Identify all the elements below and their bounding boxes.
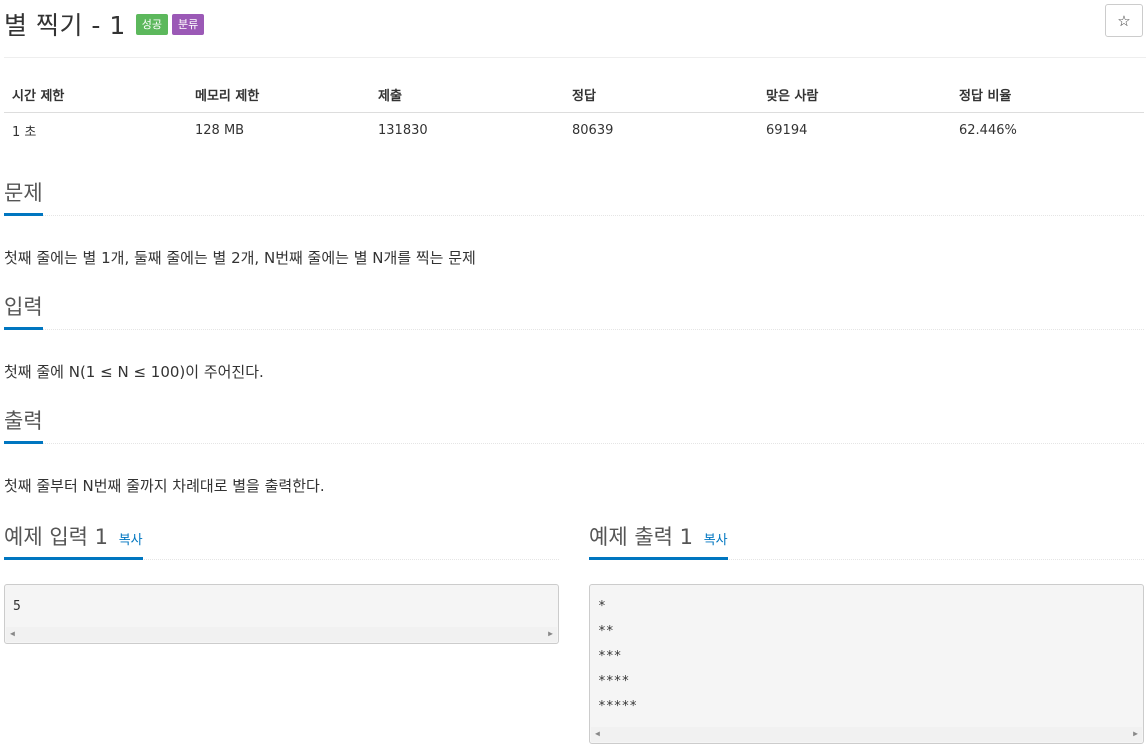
sample-output-line: * (598, 599, 606, 614)
sample-input-code: 5 (5, 585, 558, 622)
value-accept-ratio: 62.446% (959, 122, 1017, 138)
problem-description: 첫째 줄에는 별 1개, 둘째 줄에는 별 2개, N번째 줄에는 별 N개를 … (4, 249, 476, 267)
scroll-left-icon[interactable]: ◀ (10, 629, 15, 638)
status-badge-success: 성공 (135, 13, 169, 35)
scroll-right-icon[interactable]: ▶ (1133, 729, 1138, 738)
info-value-row: 1 초 128 MB 131830 80639 69194 62.446% (4, 112, 1144, 148)
sample-input-heading: 예제 입력 1 (4, 525, 108, 549)
sample-output-header: 예제 출력 1 복사 (589, 518, 1144, 560)
value-memory-limit: 128 MB (195, 122, 245, 138)
scroll-left-icon[interactable]: ◀ (595, 729, 600, 738)
output-description: 첫째 줄부터 N번째 줄까지 차례대로 별을 출력한다. (4, 477, 325, 495)
sample-output-line: ***** (598, 699, 638, 714)
category-badge[interactable]: 분류 (172, 13, 205, 35)
value-time-limit: 1 초 (12, 124, 37, 140)
sample-input-heading-wrap: 예제 입력 1 복사 (4, 521, 143, 560)
sample-output-line: *** (598, 649, 622, 664)
value-submissions: 131830 (378, 122, 428, 138)
copy-input-button[interactable]: 복사 (119, 533, 143, 548)
value-solved-users: 69194 (766, 122, 808, 138)
output-section-header: 출력 (4, 406, 1144, 444)
header-memory-limit: 메모리 제한 (187, 78, 370, 113)
title-divider (4, 57, 1146, 58)
sample-input-header: 예제 입력 1 복사 (4, 518, 559, 560)
header-time-limit: 시간 제한 (4, 78, 187, 113)
sample-output-box[interactable]: * ** *** **** ***** ◀ ▶ (589, 584, 1144, 744)
sample-output-line: ** (598, 624, 614, 639)
header-accepted: 정답 (564, 78, 758, 113)
sample-output-line: **** (598, 674, 630, 689)
page-title: 별 찍기 - 1 (4, 11, 126, 40)
header-submissions: 제출 (370, 78, 564, 113)
section-divider (4, 215, 1144, 216)
problem-section-header: 문제 (4, 178, 1144, 216)
input-heading: 입력 (4, 291, 43, 330)
horizontal-scrollbar[interactable]: ◀ ▶ (6, 627, 557, 642)
header-accept-ratio: 정답 비율 (951, 78, 1144, 113)
info-header-row: 시간 제한 메모리 제한 제출 정답 맞은 사람 정답 비율 (4, 78, 1144, 113)
section-divider (4, 443, 1144, 444)
star-icon: ☆ (1117, 11, 1131, 30)
sample-input-box[interactable]: 5 ◀ ▶ (4, 584, 559, 644)
output-heading: 출력 (4, 405, 43, 444)
sample-output-heading: 예제 출력 1 (589, 525, 693, 549)
input-description: 첫째 줄에 N(1 ≤ N ≤ 100)이 주어진다. (4, 363, 264, 381)
favorite-star-button[interactable]: ☆ (1105, 4, 1143, 37)
sample-input-line: 5 (13, 599, 21, 614)
sample-output-heading-wrap: 예제 출력 1 복사 (589, 521, 728, 560)
problem-heading: 문제 (4, 177, 43, 216)
horizontal-scrollbar[interactable]: ◀ ▶ (591, 727, 1142, 742)
scroll-right-icon[interactable]: ▶ (548, 629, 553, 638)
input-section-header: 입력 (4, 292, 1144, 330)
sample-output-code: * ** *** **** ***** (590, 585, 1143, 722)
section-divider (4, 329, 1144, 330)
header-solved-users: 맞은 사람 (758, 78, 951, 113)
problem-info-table: 시간 제한 메모리 제한 제출 정답 맞은 사람 정답 비율 1 초 128 M… (4, 78, 1144, 148)
copy-output-button[interactable]: 복사 (704, 533, 728, 548)
title-row: 별 찍기 - 1 성공 분류 (4, 4, 205, 44)
value-accepted: 80639 (572, 122, 614, 138)
